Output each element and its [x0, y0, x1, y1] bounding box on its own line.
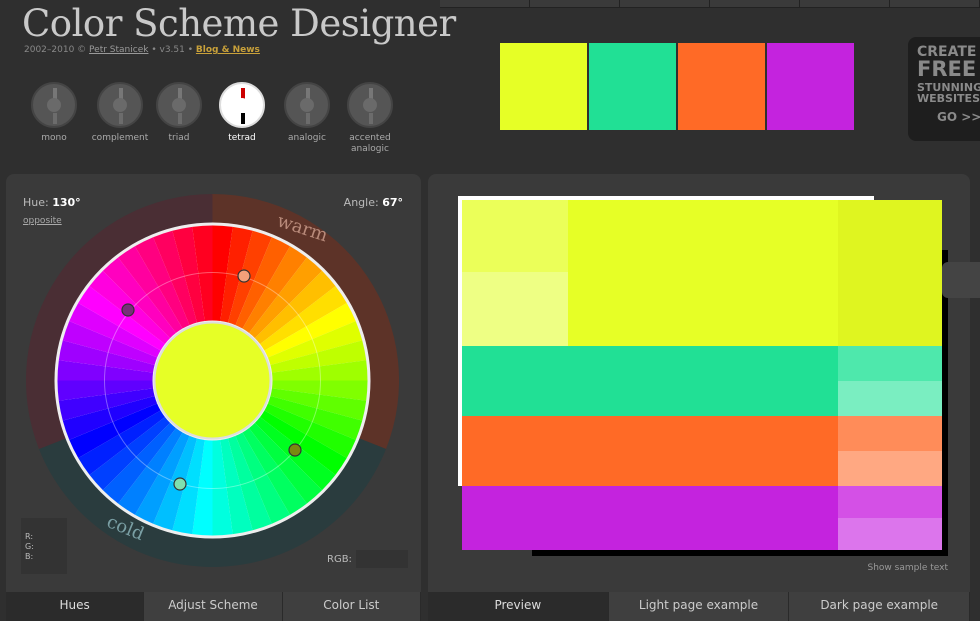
rgb-value-box[interactable] — [356, 550, 408, 568]
swatch-complement[interactable] — [767, 43, 854, 130]
color-wheel[interactable]: warm cold — [26, 194, 399, 567]
preview-complement-light1[interactable] — [838, 486, 942, 518]
top-nav-tab[interactable] — [440, 0, 530, 7]
ad-banner[interactable]: CREATE FREE STUNNING WEBSITES GO >> — [908, 37, 980, 141]
app-title: Color Scheme Designer — [22, 2, 456, 45]
scheme-triad[interactable]: triad — [149, 82, 209, 144]
g-label: G: — [25, 542, 34, 551]
preview-primary-light2[interactable] — [462, 272, 568, 346]
top-nav-tab[interactable] — [890, 0, 980, 7]
version-text: • v3.51 • — [151, 45, 194, 55]
preview-secondary-b-light1[interactable] — [838, 416, 942, 451]
swatch-secondary-a[interactable] — [589, 43, 676, 130]
top-nav-strip — [440, 0, 980, 8]
hue-readout: Hue: 130° — [23, 196, 81, 209]
ad-cta[interactable]: GO >> — [917, 111, 980, 123]
top-nav-tab[interactable] — [710, 0, 800, 7]
tab-color-list[interactable]: Color List — [282, 592, 421, 621]
author-link[interactable]: Petr Stanicek — [89, 45, 148, 55]
preview-panel: Show sample text — [428, 174, 970, 592]
preview-secondary-b-main[interactable] — [462, 416, 838, 486]
scheme-label: triad — [168, 133, 190, 143]
preview-primary-light1[interactable] — [462, 200, 568, 272]
right-panel-tabs: Preview Light page example Dark page exa… — [428, 592, 971, 621]
scheme-dial-icon — [219, 82, 265, 128]
rgb-label: RGB: — [327, 554, 352, 565]
preview-secondary-b-light2[interactable] — [838, 451, 942, 486]
hue-label: Hue: — [23, 196, 49, 209]
handle-secondary-b — [237, 269, 251, 283]
scheme-mono[interactable]: mono — [24, 82, 84, 144]
side-scroll-tab[interactable] — [942, 262, 980, 298]
hue-value: 130° — [52, 196, 81, 209]
preview-secondary-a-light1[interactable] — [838, 346, 942, 381]
scheme-complement[interactable]: complement — [90, 82, 150, 144]
angle-readout: Angle: 67° — [344, 196, 403, 209]
ad-line: WEBSITES — [917, 92, 980, 105]
swatch-primary[interactable] — [500, 43, 587, 130]
scheme-dial-icon — [347, 82, 393, 128]
scheme-label: accented analogic — [349, 133, 391, 154]
scheme-analogic[interactable]: analogic — [277, 82, 337, 144]
preview-grid — [462, 200, 942, 550]
copyright-line: 2002–2010 © Petr Stanicek • v3.51 • Blog… — [24, 45, 260, 55]
opposite-link[interactable]: opposite — [23, 216, 62, 226]
tab-dark-page-example[interactable]: Dark page example — [789, 592, 971, 621]
scheme-label: mono — [41, 133, 67, 143]
scheme-label: tetrad — [228, 133, 256, 143]
scheme-dial-icon — [156, 82, 202, 128]
rgb-values-block: R: G: B: — [21, 518, 67, 574]
preview-complement-main[interactable] — [462, 486, 838, 550]
color-wheel-panel: warm cold Hue: 130° opposite Angle: 67° … — [6, 174, 421, 592]
preview-secondary-a-main[interactable] — [462, 346, 838, 416]
scheme-tetrad[interactable]: tetrad — [212, 82, 272, 144]
r-label: R: — [25, 532, 34, 541]
copyright-prefix: 2002–2010 © — [24, 45, 87, 55]
preview-primary-dark[interactable] — [838, 200, 942, 346]
show-sample-text-link[interactable]: Show sample text — [868, 563, 949, 573]
center-swatch — [153, 321, 272, 440]
handle-primary — [288, 443, 302, 457]
preview-primary-main[interactable] — [568, 200, 838, 346]
tab-light-page-example[interactable]: Light page example — [608, 592, 790, 621]
preview-complement-light2[interactable] — [838, 518, 942, 550]
angle-label: Angle: — [343, 196, 379, 209]
scheme-dial-icon — [31, 82, 77, 128]
top-nav-tab[interactable] — [530, 0, 620, 7]
scheme-dial-icon — [97, 82, 143, 128]
swatch-secondary-b[interactable] — [678, 43, 765, 130]
preview-secondary-a-light2[interactable] — [838, 381, 942, 416]
handle-complement — [121, 303, 135, 317]
left-panel-tabs: Hues Adjust Scheme Color List — [6, 592, 421, 621]
top-nav-tab[interactable] — [800, 0, 890, 7]
palette-swatches — [500, 43, 854, 130]
b-label: B: — [25, 552, 34, 561]
scheme-dial-icon — [284, 82, 330, 128]
top-nav-tab[interactable] — [620, 0, 710, 7]
blog-link[interactable]: Blog & News — [196, 45, 260, 55]
tab-hues[interactable]: Hues — [6, 592, 145, 621]
scheme-label: complement — [91, 133, 149, 143]
tab-preview[interactable]: Preview — [428, 592, 609, 621]
angle-value: 67° — [382, 196, 403, 209]
scheme-label: analogic — [288, 133, 326, 143]
ad-line: FREE — [917, 57, 977, 81]
handle-secondary-a — [173, 477, 187, 491]
scheme-accented-analogic[interactable]: accented analogic — [340, 82, 400, 155]
tab-adjust-scheme[interactable]: Adjust Scheme — [144, 592, 283, 621]
